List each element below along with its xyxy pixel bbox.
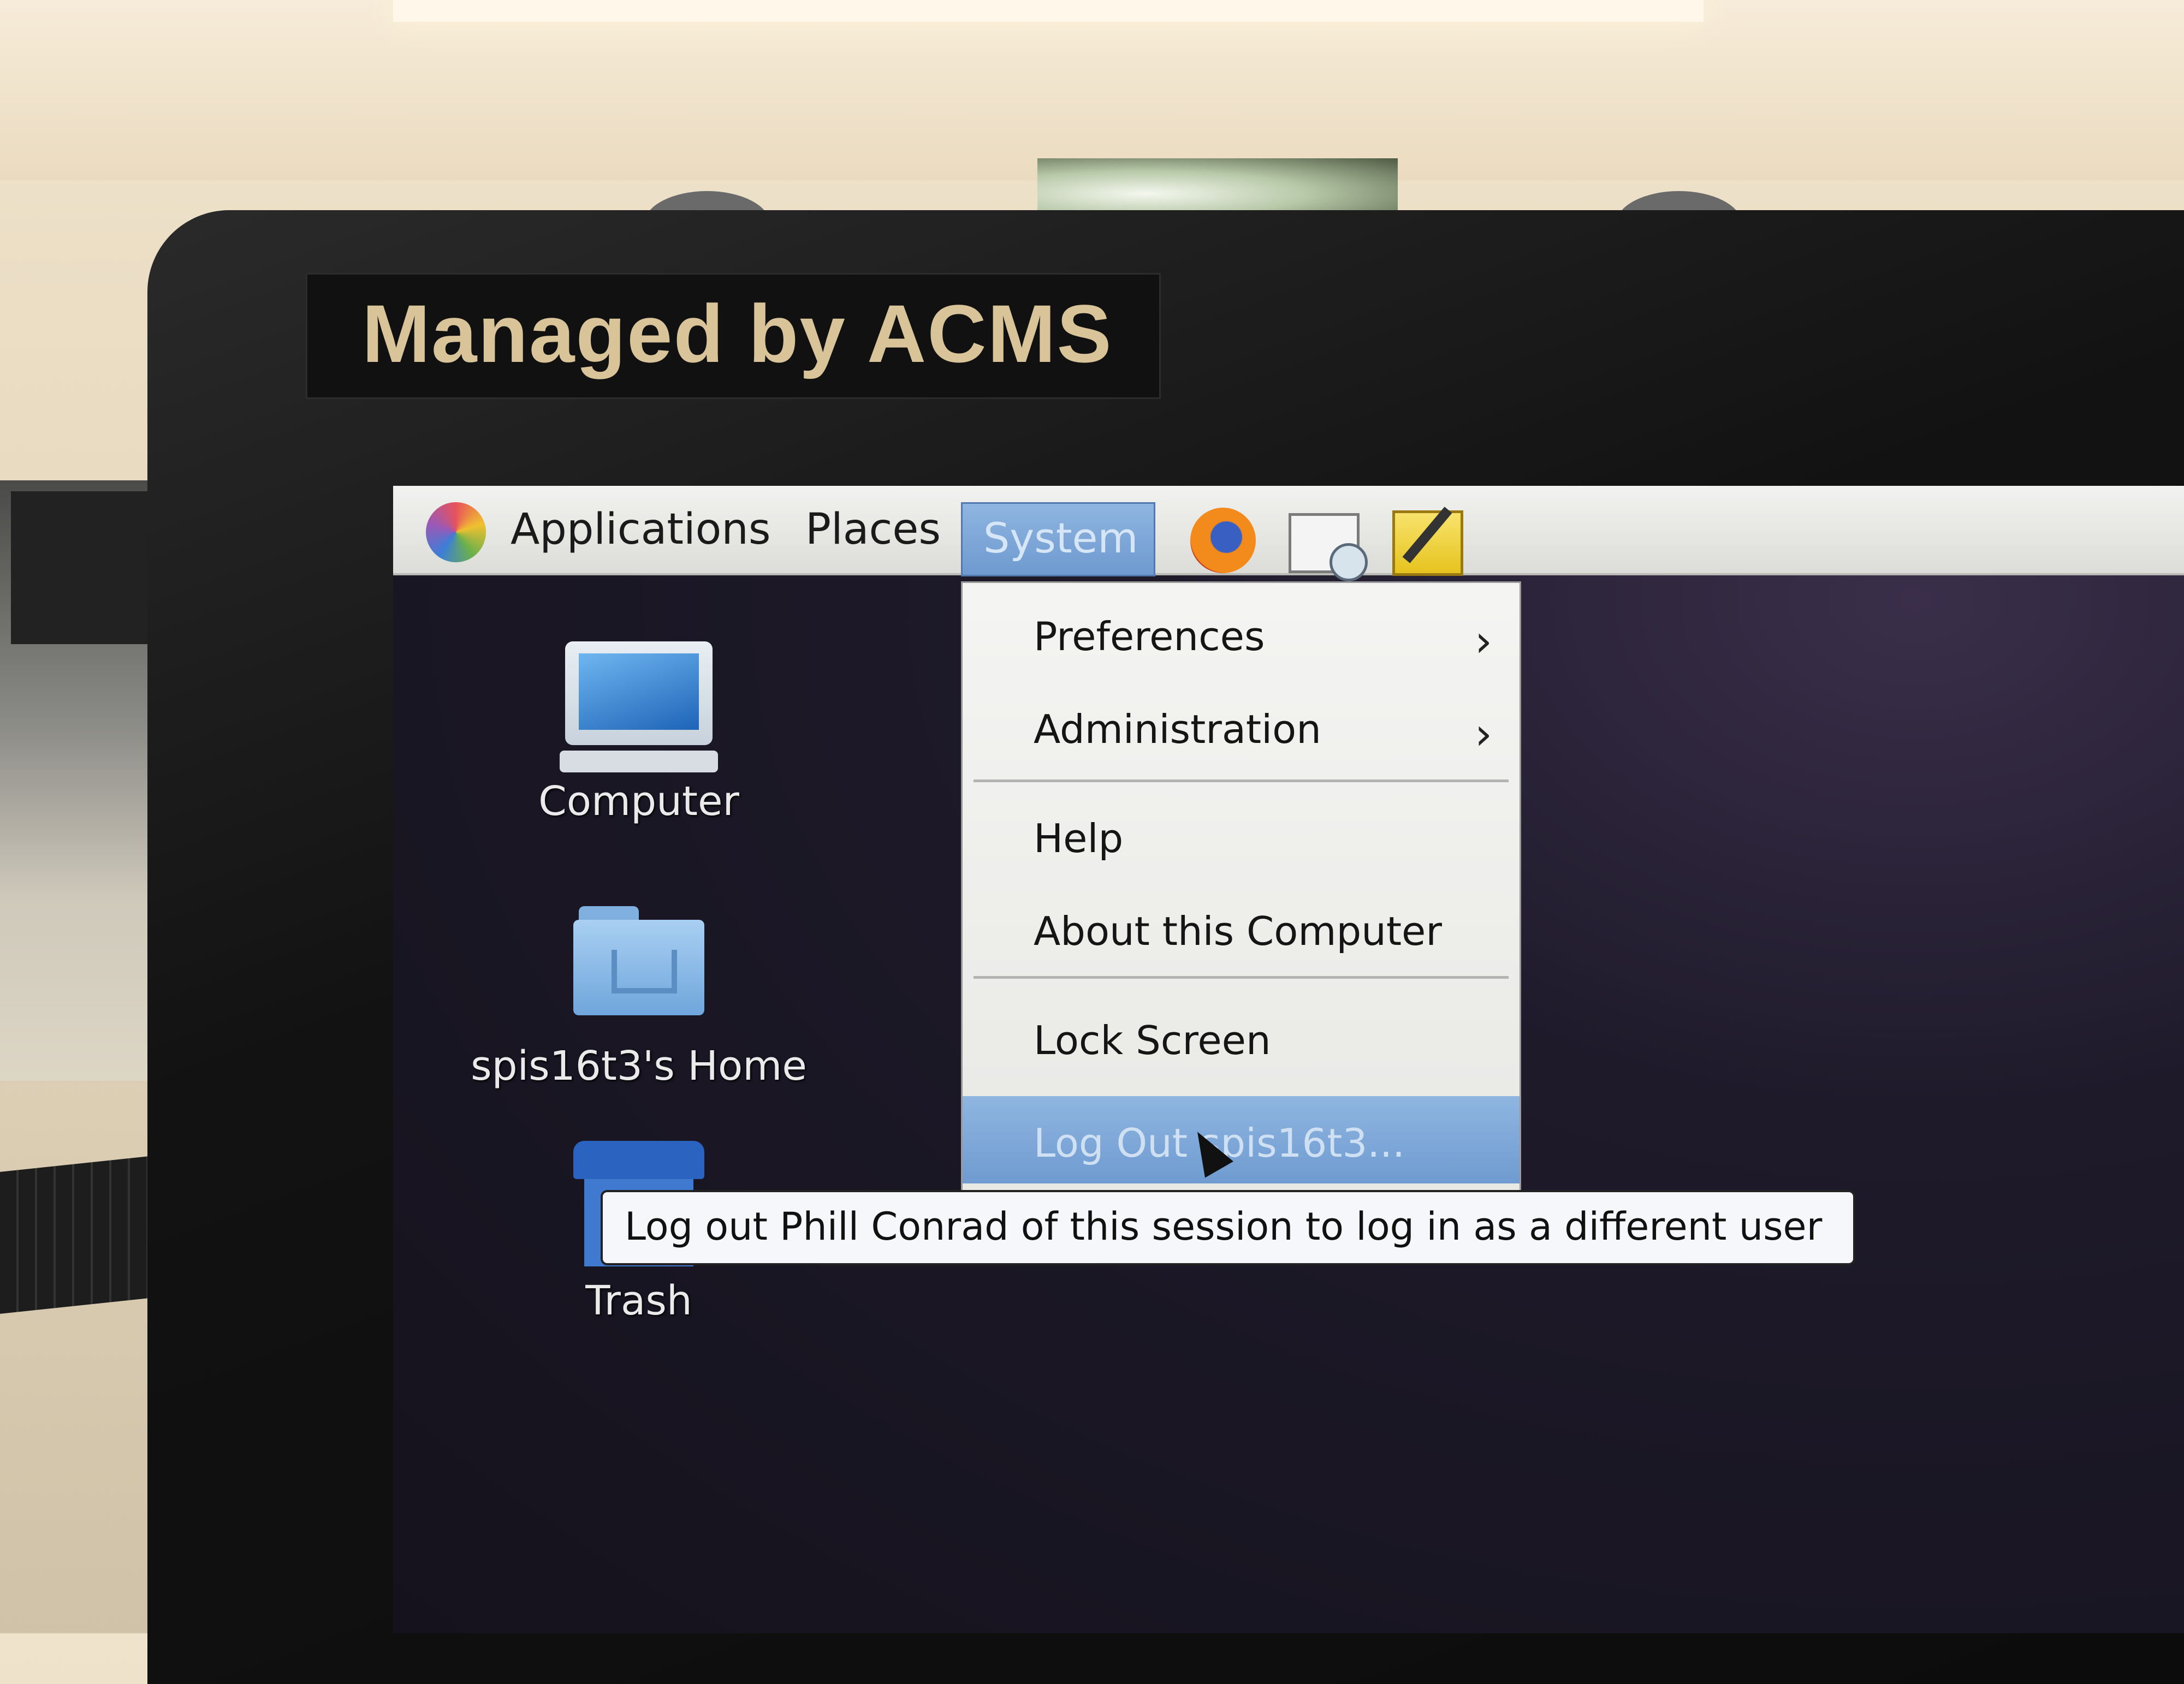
logout-tooltip: Log out Phill Conrad of this session to …	[601, 1190, 1855, 1265]
menu-item-label: Lock Screen	[1034, 1017, 1271, 1063]
applications-logo-icon[interactable]	[426, 502, 486, 562]
menu-item-log-out[interactable]: Log Out spis16t3...	[963, 1096, 1520, 1183]
system-menu-label: System	[983, 514, 1138, 562]
desktop-screen: Applications Places System Computer spis…	[393, 486, 2184, 1633]
desktop-icon-home[interactable]: spis16t3's Home	[420, 906, 857, 1090]
menu-item-about[interactable]: About this Computer	[963, 889, 1520, 965]
tooltip-text: Log out Phill Conrad of this session to …	[625, 1204, 1823, 1249]
firefox-icon[interactable]	[1190, 508, 1256, 573]
menu-item-administration[interactable]: Administration ›	[963, 687, 1520, 763]
desktop-icon-computer[interactable]: Computer	[420, 641, 857, 825]
menu-item-label: Preferences	[1034, 614, 1265, 659]
menu-item-help[interactable]: Help	[963, 796, 1520, 872]
chevron-right-icon: ›	[1475, 616, 1492, 667]
chevron-right-icon: ›	[1475, 709, 1492, 759]
ceiling	[0, 0, 2184, 180]
top-panel: Applications Places System	[393, 486, 2184, 581]
notes-icon[interactable]	[1392, 507, 1463, 576]
computer-icon	[560, 641, 718, 772]
places-menu[interactable]: Places	[805, 508, 941, 568]
desktop-icon-label: Trash	[585, 1277, 692, 1324]
pen-icon	[1402, 507, 1452, 563]
menu-item-label: Administration	[1034, 706, 1321, 752]
menu-item-label: Help	[1034, 816, 1124, 861]
desktop-icon-label: Computer	[538, 778, 739, 825]
desktop-icon-label: spis16t3's Home	[471, 1043, 807, 1090]
acms-sticker: Managed by ACMS	[306, 273, 1161, 399]
mail-clock-icon[interactable]	[1289, 513, 1368, 581]
sticker-text: Managed by ACMS	[362, 288, 1113, 379]
menu-item-lock-screen[interactable]: Lock Screen	[963, 998, 1520, 1074]
clock-badge-icon	[1330, 543, 1368, 581]
menu-separator	[974, 779, 1509, 782]
system-menu-button[interactable]: System	[961, 502, 1155, 576]
menu-item-preferences[interactable]: Preferences ›	[963, 594, 1520, 670]
applications-menu[interactable]: Applications	[511, 508, 770, 568]
menu-separator	[974, 976, 1509, 979]
ceiling-light	[393, 0, 1704, 22]
home-folder-icon	[573, 906, 704, 1015]
background-monitor	[11, 491, 169, 644]
menu-item-label: About this Computer	[1034, 908, 1442, 954]
system-dropdown-menu: Preferences › Administration › Help Abou…	[961, 581, 1521, 1196]
